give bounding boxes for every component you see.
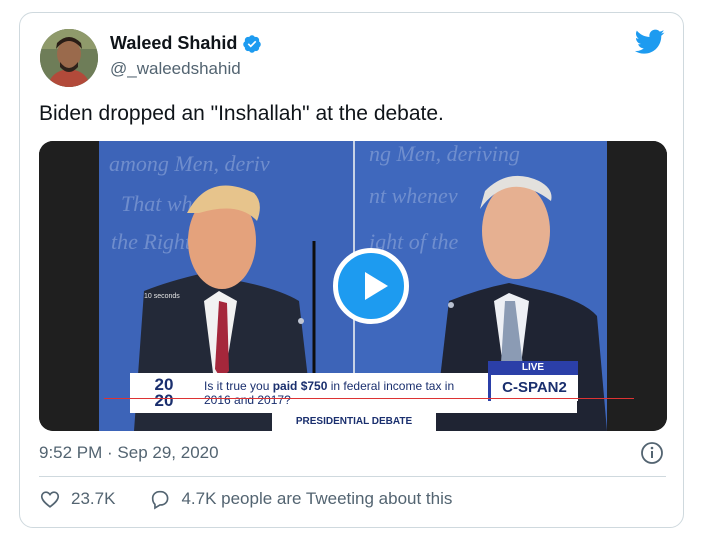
twitter-bird-icon[interactable] [635, 29, 665, 55]
svg-text:among Men, deriv: among Men, deriv [109, 151, 270, 176]
svg-text:That wh: That wh [121, 191, 193, 216]
like-count: 23.7K [71, 489, 116, 508]
play-button[interactable] [333, 248, 409, 324]
svg-text:ng Men, deriving: ng Men, deriving [369, 141, 520, 166]
program-label: PRESIDENTIAL DEBATE [272, 413, 436, 431]
reply-bubble-icon [152, 490, 169, 510]
author-handle[interactable]: @_waleedshahid [110, 59, 241, 79]
heart-icon [40, 491, 60, 508]
svg-text:nt whenev: nt whenev [369, 183, 458, 208]
debate-2020-logo: 20 20 [154, 375, 174, 410]
cspan-bug: LIVE C-SPAN2 [488, 361, 578, 401]
verified-badge-icon [243, 34, 262, 53]
skip-seconds-label: 10 seconds [144, 293, 180, 300]
video-player[interactable]: among Men, deriv That wh the Right ng Me… [39, 141, 667, 431]
play-icon [365, 272, 388, 300]
svg-text:the Right: the Right [111, 229, 192, 254]
author-name-row[interactable]: Waleed Shahid [110, 33, 262, 54]
avatar[interactable] [40, 29, 98, 87]
engagement-bar: 23.7K 4.7K people are Tweeting about thi… [39, 488, 452, 510]
chyron-rule [104, 398, 634, 399]
tweet-card: Waleed Shahid @_waleedshahid Biden dropp… [19, 12, 684, 528]
live-badge: LIVE [488, 361, 578, 375]
tweet-text: Biden dropped an "Inshallah" at the deba… [39, 102, 444, 125]
like-button[interactable]: 23.7K [39, 488, 115, 510]
display-name[interactable]: Waleed Shahid [110, 33, 237, 54]
divider [39, 476, 666, 477]
tweet-timestamp[interactable]: 9:52 PM · Sep 29, 2020 [39, 443, 219, 463]
tweeting-about-label: 4.7K people are Tweeting about this [181, 489, 453, 508]
conversation-link[interactable]: 4.7K people are Tweeting about this [149, 488, 452, 510]
info-icon[interactable] [640, 441, 664, 465]
